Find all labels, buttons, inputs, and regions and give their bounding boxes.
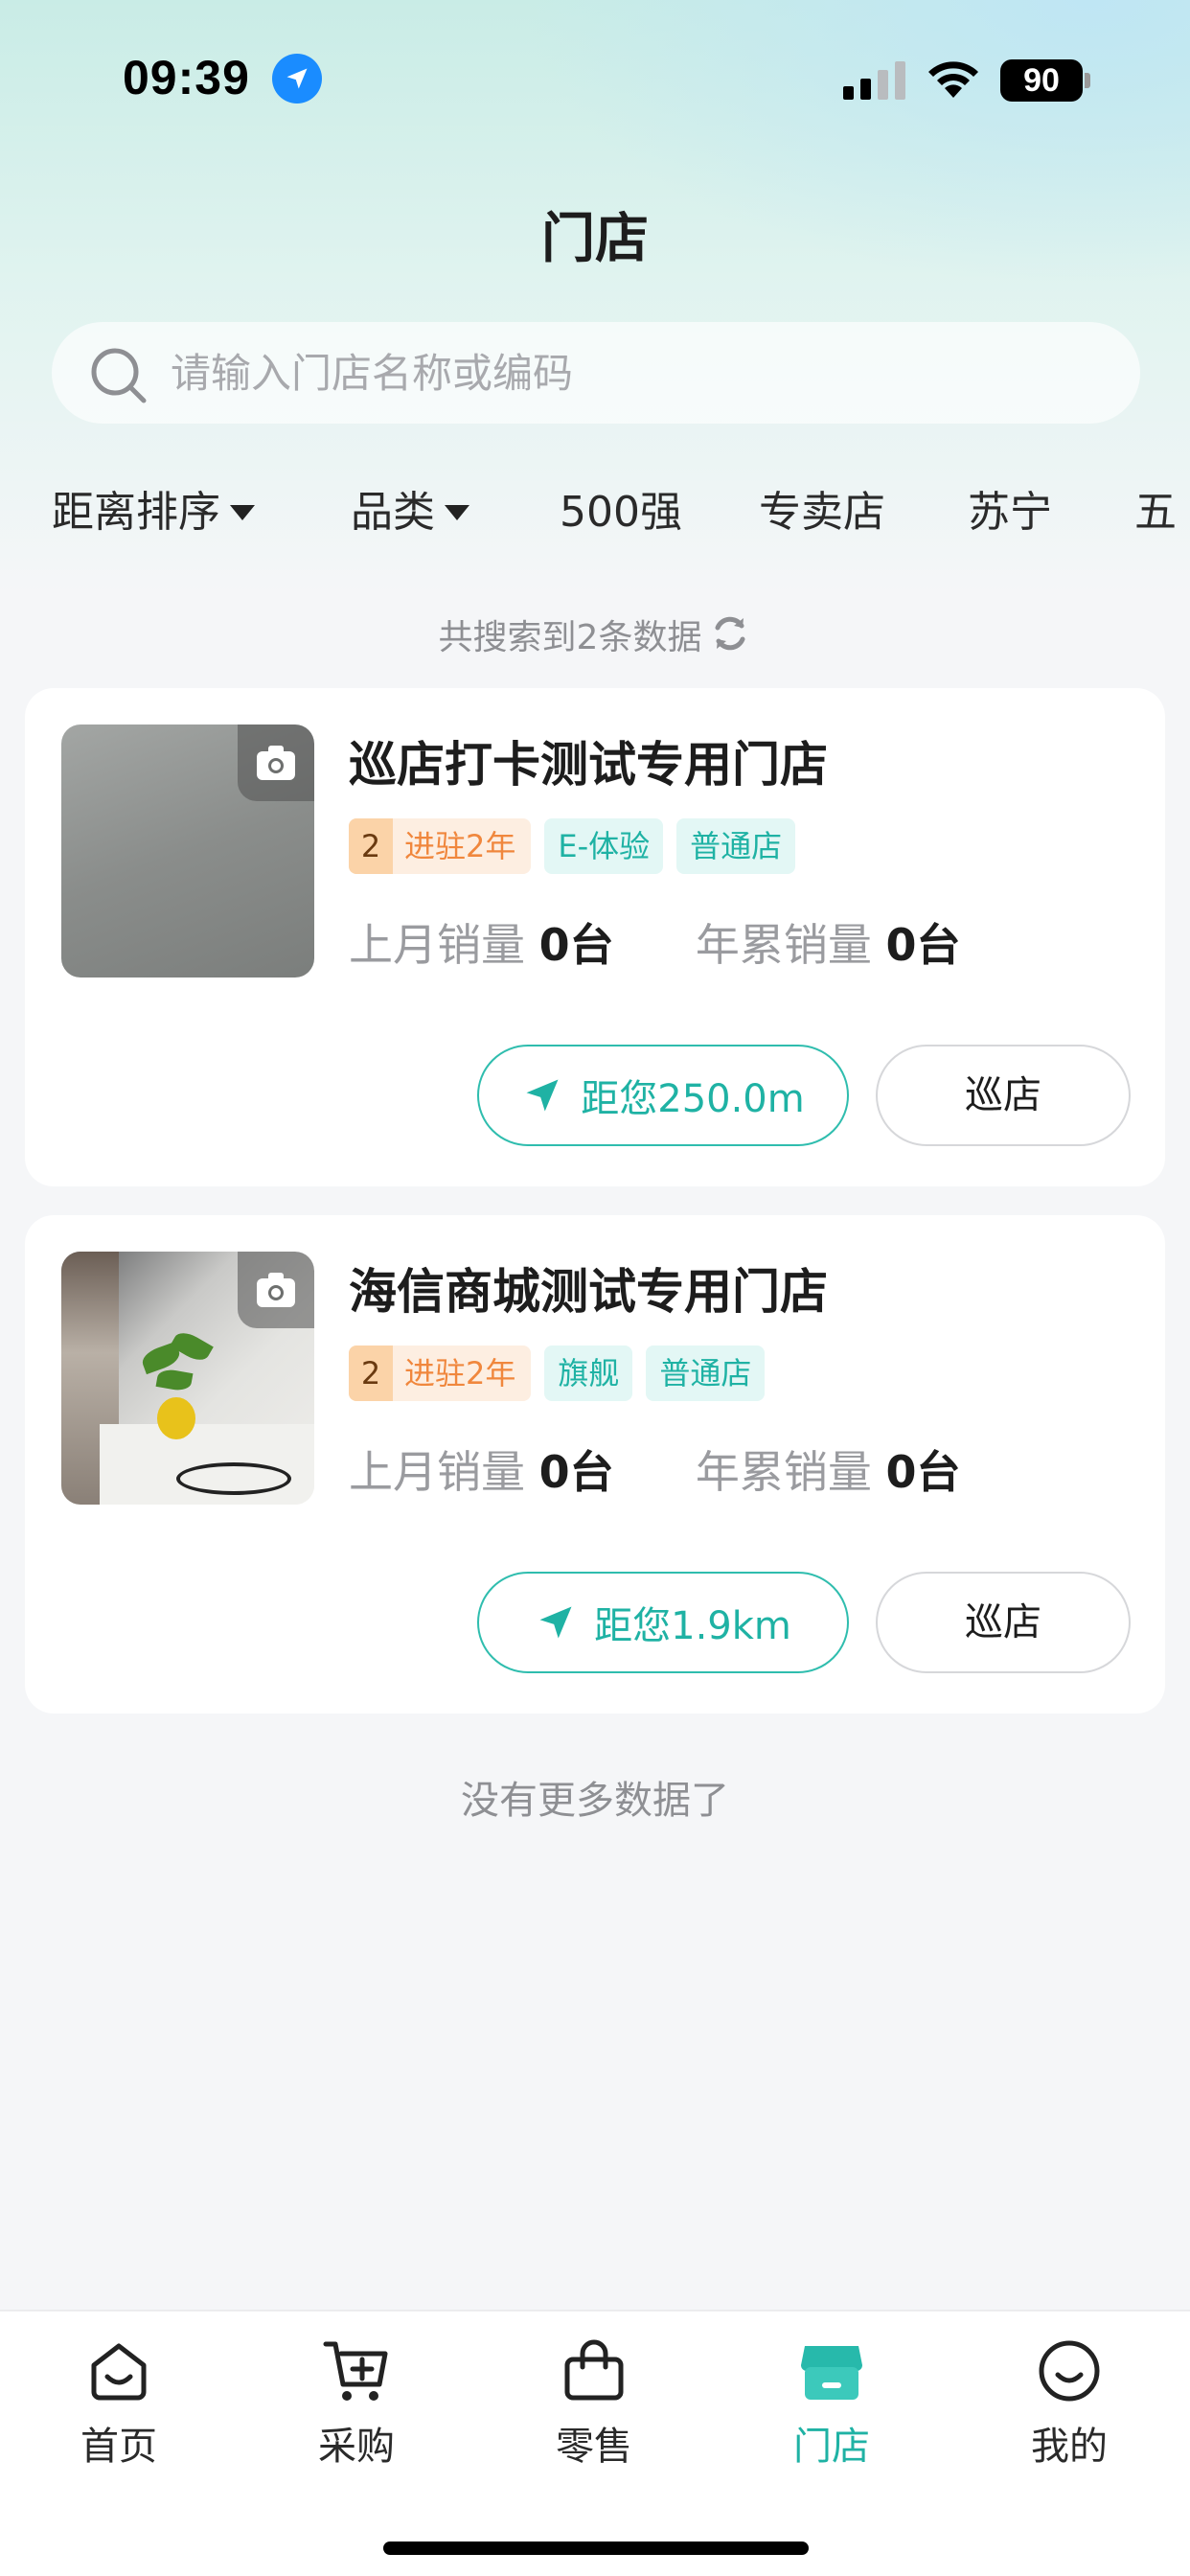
search-bar[interactable] [52, 322, 1140, 424]
home-indicator[interactable] [383, 2542, 809, 2555]
location-arrow-icon [272, 54, 322, 104]
filter-bar: 距离排序 品类 500强 专卖店 苏宁 五 [52, 479, 1190, 546]
bottom-tab-bar: 首页 采购 零售 门店 我的 [0, 2310, 1190, 2576]
filter-label: 500强 [560, 488, 682, 537]
tag-level: 普通店 [676, 818, 796, 874]
yearly-label: 年累销量 [695, 1446, 872, 1498]
tab-store[interactable]: 门店 [713, 2329, 950, 2492]
last-month-label: 上月销量 [349, 1446, 525, 1498]
store-photo[interactable] [61, 1252, 314, 1505]
tag-level: 普通店 [646, 1346, 766, 1401]
tab-retail[interactable]: 零售 [475, 2329, 713, 2492]
yearly-label: 年累销量 [695, 919, 872, 971]
no-more-data: 没有更多数据了 [461, 1779, 729, 1823]
tab-mine[interactable]: 我的 [950, 2329, 1188, 2492]
tag-years-number: 2 [349, 1346, 393, 1401]
tag-years: 2 进驻2年 [349, 818, 532, 874]
camera-button[interactable] [238, 724, 314, 801]
store-card[interactable]: 巡店打卡测试专用门店 2 进驻2年 E-体验 普通店 上月销量 0台 年累销量 … [25, 688, 1165, 1186]
last-month-value: 0台 [538, 919, 614, 971]
filter-distance-sort[interactable]: 距离排序 [52, 479, 255, 546]
filter-more[interactable]: 五 [1134, 479, 1177, 546]
filter-label: 苏宁 [968, 488, 1052, 537]
last-month-value: 0台 [538, 1446, 614, 1498]
patrol-button[interactable]: 巡店 [876, 1045, 1131, 1146]
status-bar: 09:39 90 [0, 0, 1190, 144]
tab-label: 首页 [80, 2425, 157, 2469]
store-name: 海信商城测试专用门店 [349, 1264, 828, 1320]
tag-years-number: 2 [349, 818, 393, 874]
battery-cap [1085, 73, 1090, 88]
page-title: 门店 [541, 208, 649, 270]
navigate-button[interactable]: 距您1.9km [477, 1572, 849, 1673]
tag-years-label: 进驻2年 [404, 828, 516, 864]
status-time: 09:39 [123, 51, 250, 104]
caret-down-icon [445, 505, 469, 520]
filter-top500[interactable]: 500强 [560, 479, 682, 546]
navigation-arrow-icon [539, 1606, 572, 1639]
distance-label: 距您250.0m [581, 1077, 805, 1121]
battery-level: 90 [1000, 59, 1083, 102]
last-month-label: 上月销量 [349, 919, 525, 971]
store-photo[interactable] [61, 724, 314, 978]
store-name: 巡店打卡测试专用门店 [349, 737, 828, 793]
store-card[interactable]: 海信商城测试专用门店 2 进驻2年 旗舰 普通店 上月销量 0台 年累销量 0台… [25, 1215, 1165, 1714]
distance-label: 距您1.9km [594, 1604, 791, 1648]
navigate-button[interactable]: 距您250.0m [477, 1045, 849, 1146]
filter-label: 距离排序 [52, 488, 220, 537]
yearly-value: 0台 [885, 1446, 961, 1498]
caret-down-icon [230, 505, 255, 520]
tab-label: 采购 [318, 2425, 395, 2469]
search-input[interactable] [171, 322, 1110, 424]
profile-icon [1039, 2340, 1100, 2402]
patrol-button[interactable]: 巡店 [876, 1572, 1131, 1673]
sales-stats: 上月销量 0台 年累销量 0台 [349, 910, 961, 974]
navigation-arrow-icon [526, 1079, 559, 1112]
filter-category[interactable]: 品类 [351, 479, 469, 546]
cart-icon [323, 2341, 388, 2401]
result-count: 共搜索到2条数据 [0, 610, 1190, 659]
cellular-signal-icon [843, 61, 905, 100]
camera-icon [257, 1273, 295, 1307]
tag-type: 旗舰 [544, 1346, 633, 1401]
home-icon [91, 2343, 147, 2401]
filter-label: 五 [1134, 488, 1177, 537]
filter-suning[interactable]: 苏宁 [968, 479, 1052, 546]
tag-years-label: 进驻2年 [404, 1355, 516, 1392]
tab-label: 零售 [556, 2425, 632, 2469]
tab-label: 门店 [793, 2425, 870, 2469]
sales-stats: 上月销量 0台 年累销量 0台 [349, 1438, 961, 1501]
store-tags: 2 进驻2年 E-体验 普通店 [349, 818, 796, 874]
tag-type: E-体验 [544, 818, 664, 874]
wifi-icon [928, 61, 978, 98]
yearly-value: 0台 [885, 919, 961, 971]
filter-label: 品类 [351, 488, 435, 537]
tab-label: 我的 [1031, 2425, 1108, 2469]
tab-home[interactable]: 首页 [0, 2329, 238, 2492]
bag-icon [564, 2339, 624, 2401]
filter-specialty-store[interactable]: 专卖店 [759, 479, 885, 546]
result-count-text: 共搜索到2条数据 [438, 618, 702, 657]
tag-years: 2 进驻2年 [349, 1346, 532, 1401]
refresh-icon[interactable] [709, 612, 751, 655]
store-tags: 2 进驻2年 旗舰 普通店 [349, 1346, 766, 1401]
search-icon [91, 348, 147, 403]
filter-label: 专卖店 [759, 488, 885, 537]
camera-button[interactable] [238, 1252, 314, 1328]
camera-icon [257, 746, 295, 780]
store-icon [801, 2346, 862, 2400]
tab-purchase[interactable]: 采购 [238, 2329, 475, 2492]
